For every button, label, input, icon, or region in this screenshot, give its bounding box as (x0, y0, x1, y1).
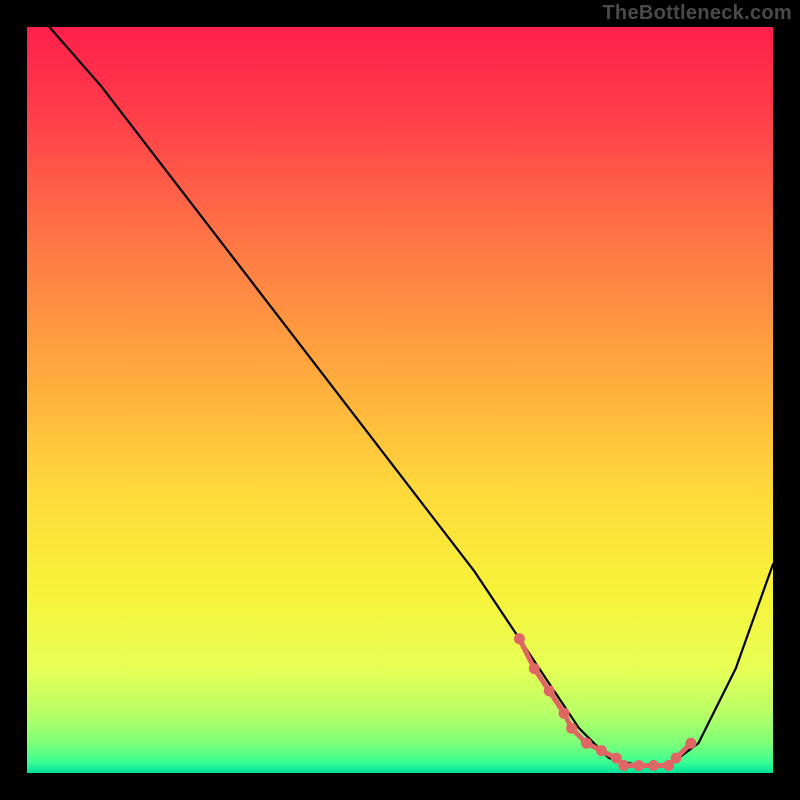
highlight-dot (514, 633, 525, 644)
highlight-dot (596, 745, 607, 756)
chart-svg (0, 0, 800, 800)
highlight-dot (544, 685, 555, 696)
plot-area (27, 27, 773, 773)
highlight-dot (633, 760, 644, 771)
highlight-dot (559, 708, 570, 719)
highlight-dot (566, 723, 577, 734)
highlight-dot (581, 738, 592, 749)
highlight-dot (671, 753, 682, 764)
highlight-dot (685, 738, 696, 749)
highlight-dot (618, 760, 629, 771)
chart-frame: TheBottleneck.com (0, 0, 800, 800)
highlight-dot (648, 760, 659, 771)
watermark-text: TheBottleneck.com (602, 2, 792, 25)
highlight-dot (529, 663, 540, 674)
